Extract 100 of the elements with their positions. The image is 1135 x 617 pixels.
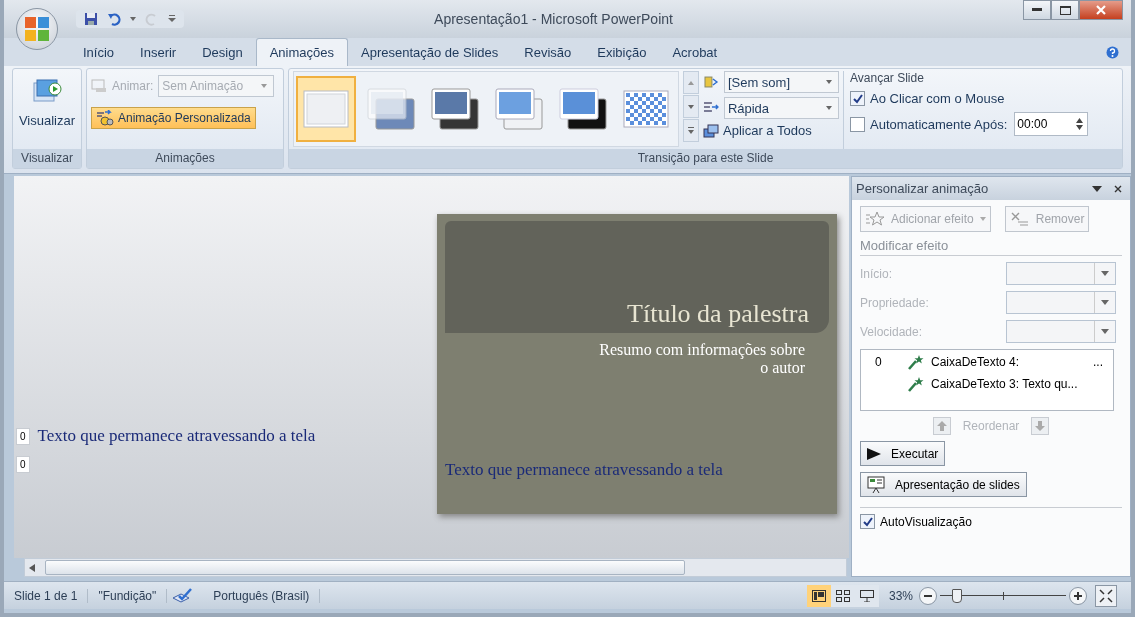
save-icon[interactable] [84,12,98,26]
dropdown-arrow-icon[interactable] [130,17,136,21]
projector-screen-icon [859,589,874,602]
scroll-left-icon[interactable] [29,563,35,572]
dropdown-arrow-icon [1101,271,1109,276]
star-icon [865,211,885,227]
dropdown-field[interactable] [1006,262,1116,285]
slide-show-view-button[interactable] [854,584,879,607]
maximize-button[interactable] [1051,0,1079,20]
effect-item[interactable]: 0 CaixaDeTexto 4: ... [861,354,1113,370]
ribbon-tab[interactable]: Início [70,39,128,66]
ribbon-tab[interactable]: Acrobat [659,39,731,66]
dropdown-arrow-icon [261,84,268,88]
time-spinner[interactable]: 00:00 [1014,112,1089,136]
sound-dropdown[interactable]: [Sem som] [723,71,839,93]
help-icon[interactable] [1106,46,1119,59]
dropdown-field[interactable] [1006,320,1116,343]
transition-thumbnail[interactable] [296,76,356,142]
fit-to-window-button[interactable] [1095,584,1117,607]
off-slide-text: Texto que permanece atravessando a tela [37,426,316,446]
scrollbar-thumb[interactable] [45,560,685,575]
zoom-in-button[interactable] [1069,586,1087,605]
animate-label: Animar: [112,79,154,93]
dropdown-field[interactable] [1006,291,1116,314]
normal-view-icon [811,589,826,602]
dropdown-arrow-icon [1101,300,1109,305]
slide-count: Slide 1 de 1 [4,588,89,603]
expand-icon [688,127,694,134]
slide-play-icon [32,77,62,105]
ribbon-tab[interactable]: Exibição [584,39,660,66]
dropdown-arrow-icon [979,217,986,221]
maximize-icon [1059,5,1071,15]
checkbox[interactable] [860,514,875,529]
play-icon [867,447,881,460]
section-heading: Modificar efeito [860,238,1122,256]
slide-subtitle: Resumo com informações sobre o autor [598,340,806,377]
star-wand-icon [907,354,925,370]
undo-icon[interactable] [107,12,121,26]
dropdown-arrow-icon [826,80,832,84]
up-arrow-icon [688,80,694,85]
normal-view-button[interactable] [806,584,831,607]
slide-show-button[interactable]: Apresentação de slides [860,472,1027,497]
checkbox[interactable] [850,91,865,106]
pane-menu-icon[interactable] [1092,185,1102,192]
grid-icon [835,589,850,602]
scroll-down-button[interactable] [683,95,699,118]
remove-effect-icon [1009,211,1030,227]
checkbox-label: AutoVisualização [880,514,972,529]
ribbon-tab[interactable]: Apresentação de Slides [348,39,512,66]
close-icon[interactable] [1114,184,1122,193]
slide-title: Título da palestra [627,299,809,329]
animation-order-tag: 0 [16,456,30,473]
field-label: Velocidade: [860,324,923,339]
zoom-level: 33% [888,588,913,603]
preview-button[interactable]: Visualizar [16,75,78,130]
language: Português (Brasil) [203,588,321,603]
play-button[interactable]: Executar [860,441,946,466]
checkbox[interactable] [850,116,865,132]
star-wand-icon [907,376,925,392]
ribbon-tab[interactable]: Design [189,39,256,66]
group-label: Visualizar [13,149,81,168]
effect-item[interactable]: CaixaDeTexto 3: Texto qu... [861,376,1113,392]
zoom-slider-thumb[interactable] [952,588,963,603]
sound-icon [703,74,719,90]
more-button[interactable] [683,119,699,142]
apply-to-all-button[interactable]: Aplicar a Todos [703,123,839,138]
close-button[interactable] [1079,0,1123,20]
slide-sorter-button[interactable] [830,584,855,607]
theme-name: "Fundição" [88,588,168,603]
fit-arrows-icon [1099,588,1113,603]
ribbon-tab[interactable]: Animações [255,38,348,66]
slide-text: Texto que permanece atravessando a tela [445,460,724,480]
customize-icon[interactable] [168,15,176,23]
office-logo-icon [23,15,51,43]
plus-icon [1074,591,1082,600]
field-label: Início: [860,266,892,281]
zoom-out-button[interactable] [919,586,937,605]
pane-title: Personalizar animação [856,181,990,196]
down-arrow-icon [1035,421,1046,431]
spell-check-icon[interactable] [171,587,194,604]
window-title: Apresentação1 - Microsoft PowerPoint [433,11,674,27]
animate-icon [91,79,107,93]
animation-order-tag: 0 [16,427,30,445]
horizontal-scrollbar[interactable] [24,558,847,577]
speed-dropdown[interactable]: Rápida [723,97,839,119]
dropdown-arrow-icon [826,106,832,110]
up-arrow-icon [936,421,947,431]
minimize-icon [1032,8,1042,12]
advance-slide-heading: Avançar Slide [850,71,925,85]
group-label: Animações [87,149,283,168]
spinner-arrows-icon [1076,118,1084,130]
minimize-button[interactable] [1023,0,1051,20]
office-button[interactable] [16,8,58,50]
ribbon-tab[interactable]: Inserir [127,39,190,66]
checkbox-label: Automaticamente Após: [870,116,1008,132]
projector-screen-icon [867,475,885,494]
dropdown-arrow-icon [1101,329,1109,334]
close-icon [1096,5,1106,15]
group-label: Transição para este Slide [289,149,1122,168]
ribbon-tab[interactable]: Revisão [511,39,585,66]
